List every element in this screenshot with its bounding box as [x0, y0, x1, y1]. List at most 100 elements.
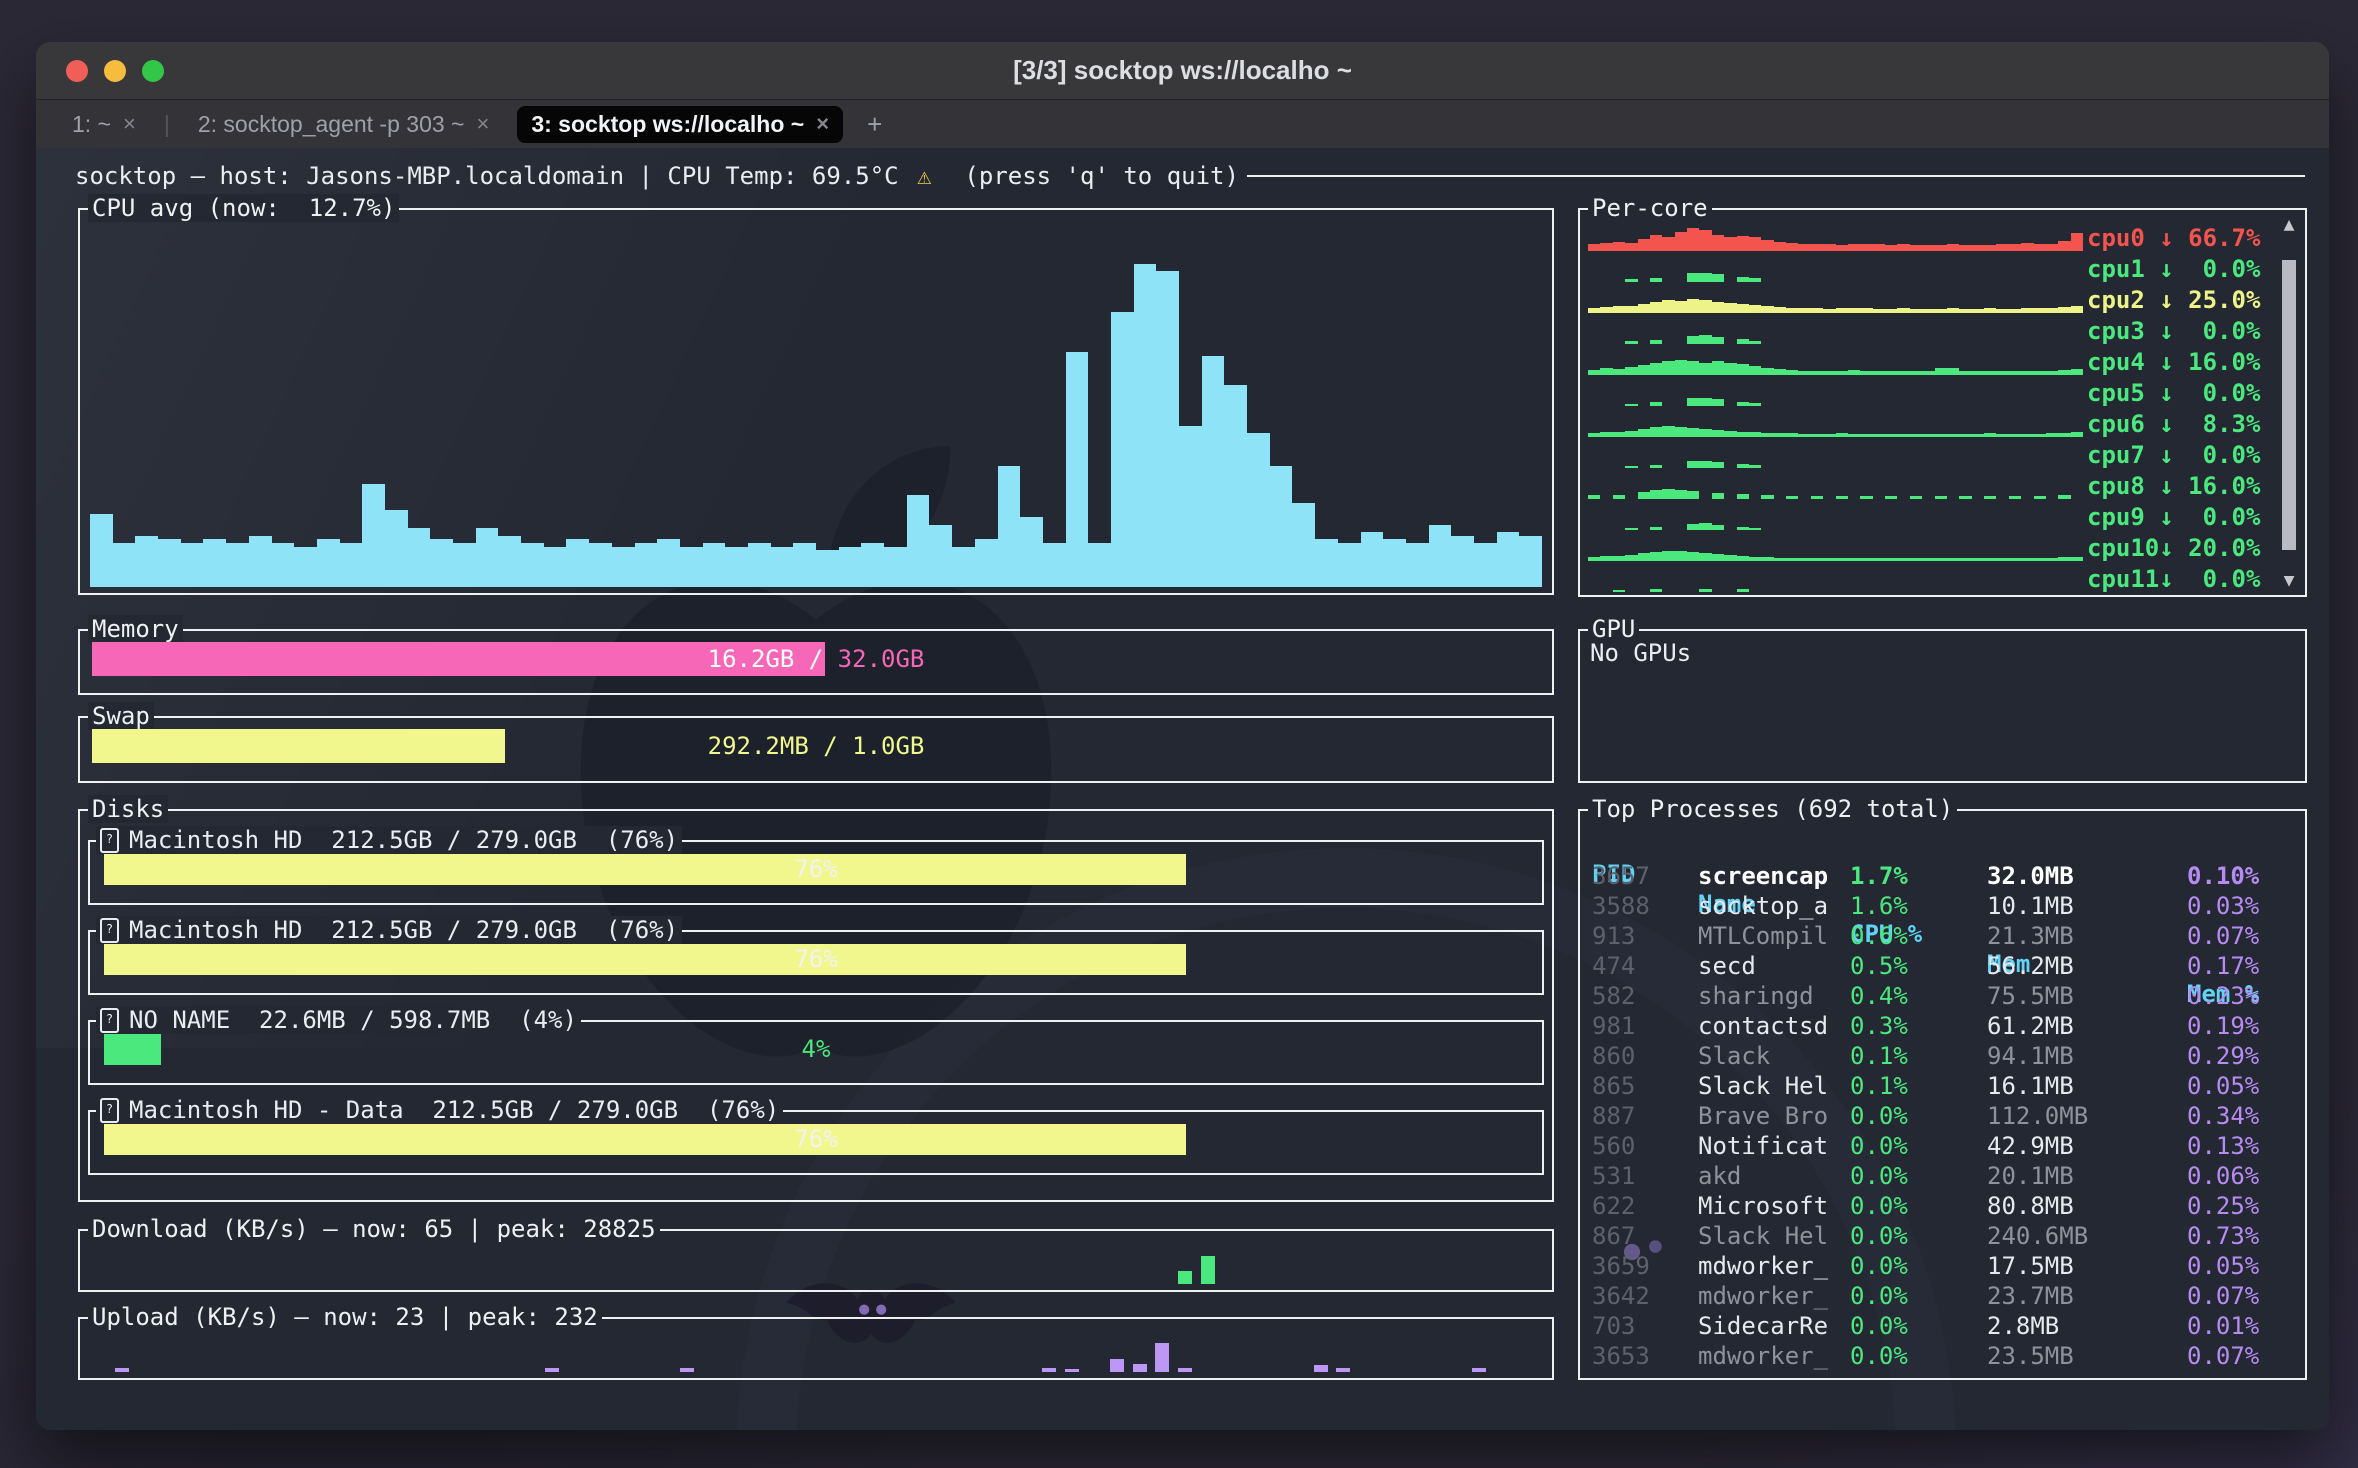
- core-cpu4-bar: [1811, 371, 1823, 375]
- process-name: Brave Bro: [1698, 1101, 1828, 1131]
- core-cpu10-slot: [2058, 535, 2070, 561]
- process-row[interactable]: 703SidecarRe0.0%2.8MB0.01%: [1580, 1311, 2305, 1341]
- core-cpu6-bar: [1798, 434, 1810, 437]
- download-slot: [386, 1239, 409, 1284]
- cpu-history-slot: [1202, 220, 1225, 587]
- core-cpu7-slot: [1650, 442, 1662, 468]
- core-cpu5-slot: [1910, 380, 1922, 406]
- core-cpu2-bar: [1811, 308, 1823, 313]
- core-cpu6-bar: [1873, 434, 1885, 437]
- core-cpu2-bar: [2034, 308, 2046, 313]
- process-mem-pct: 0.10%: [2187, 861, 2259, 891]
- core-cpu6-bar: [1662, 426, 1674, 437]
- cpu-history-bar: [998, 466, 1021, 587]
- core-cpu11-bar: [1613, 590, 1625, 592]
- core-cpu7-slot: [2071, 442, 2083, 468]
- per-core-scrollbar[interactable]: ▲ ▼: [2279, 214, 2299, 591]
- core-cpu1-slot: [1910, 256, 1922, 282]
- core-cpu2-bar: [1922, 309, 1934, 313]
- download-slot: [137, 1239, 160, 1284]
- core-cpu2-slot: [1712, 287, 1724, 313]
- core-cpu10-slot: [1972, 535, 1984, 561]
- core-cpu2-bar: [2071, 306, 2083, 313]
- process-row[interactable]: 913MTLCompil0.6%21.3MB0.07%: [1580, 921, 2305, 951]
- core-cpu11-slot: [1910, 566, 1922, 592]
- core-cpu6-slot: [1885, 411, 1897, 437]
- core-cpu5-slot: [1638, 380, 1650, 406]
- core-cpu4-slot: [1959, 349, 1971, 375]
- upload-slot: [1020, 1327, 1043, 1372]
- new-tab-button[interactable]: +: [857, 109, 892, 140]
- core-cpu2-bar: [1774, 307, 1786, 313]
- process-row[interactable]: 3657screencap1.7%32.0MB0.10%: [1580, 861, 2305, 891]
- disk-icon: ?: [100, 918, 119, 943]
- core-cpu1-slot: [1935, 256, 1947, 282]
- window-titlebar[interactable]: [3/3] socktop ws://localho ~: [36, 42, 2329, 99]
- process-row[interactable]: 3642mdworker_0.0%23.7MB0.07%: [1580, 1281, 2305, 1311]
- tab-3[interactable]: 3: socktop ws://localho ~×: [517, 106, 843, 143]
- core-cpu10-bar: [2034, 558, 2046, 561]
- process-row[interactable]: 887Brave Bro0.0%112.0MB0.34%: [1580, 1101, 2305, 1131]
- tab-2[interactable]: 2: socktop_agent -p 303 ~×: [184, 106, 503, 143]
- process-row[interactable]: 474secd0.5%56.2MB0.17%: [1580, 951, 2305, 981]
- core-cpu4-slot: [1774, 349, 1786, 375]
- process-row[interactable]: 582sharingd0.4%75.5MB0.23%: [1580, 981, 2305, 1011]
- scroll-down-icon[interactable]: ▼: [2279, 570, 2299, 591]
- process-row[interactable]: 3653mdworker_0.0%23.5MB0.07%: [1580, 1341, 2305, 1371]
- core-cpu10-bar: [1836, 558, 1848, 561]
- tab-1[interactable]: 1: ~×: [58, 106, 150, 143]
- upload-slot: [431, 1327, 454, 1372]
- core-cpu8-slot: [2009, 473, 2021, 499]
- cpu-history-slot: [861, 220, 884, 587]
- cpu-history-slot: [1474, 220, 1497, 587]
- process-row[interactable]: 3659mdworker_0.0%17.5MB0.05%: [1580, 1251, 2305, 1281]
- process-row[interactable]: 860Slack0.1%94.1MB0.29%: [1580, 1041, 2305, 1071]
- process-row[interactable]: 3588socktop_a1.6%10.1MB0.03%: [1580, 891, 2305, 921]
- core-cpu6-slot: [1984, 411, 1996, 437]
- core-cpu11-slot: [1712, 566, 1724, 592]
- tab-close-icon[interactable]: ×: [816, 111, 829, 137]
- upload-slot: [318, 1327, 341, 1372]
- core-cpu1-bar: [1712, 274, 1724, 282]
- tab-close-icon[interactable]: ×: [476, 111, 489, 137]
- core-cpu6-bar: [1823, 434, 1835, 437]
- core-cpu9-bar: [1737, 527, 1749, 530]
- cpu-history-slot: [1315, 220, 1338, 587]
- process-cpu: 0.0%: [1850, 1221, 1908, 1251]
- core-cpu6-bar: [1687, 428, 1699, 437]
- cpu-history-slot: [1270, 220, 1293, 587]
- core-cpu10-bar: [1588, 557, 1600, 561]
- scroll-up-icon[interactable]: ▲: [2279, 214, 2299, 235]
- process-row[interactable]: 560Notificat0.0%42.9MB0.13%: [1580, 1131, 2305, 1161]
- process-row[interactable]: 622Microsoft0.0%80.8MB0.25%: [1580, 1191, 2305, 1221]
- core-cpu8-slot: [1848, 473, 1860, 499]
- process-row[interactable]: 865Slack Hel0.1%16.1MB0.05%: [1580, 1071, 2305, 1101]
- core-cpu5-slot: [1786, 380, 1798, 406]
- process-mem: 17.5MB: [1987, 1251, 2074, 1281]
- core-cpu0-slot: [2034, 225, 2046, 251]
- core-cpu5-slot: [2009, 380, 2021, 406]
- core-sparkline-cpu9: [1588, 504, 2083, 530]
- process-row[interactable]: 531akd0.0%20.1MB0.06%: [1580, 1161, 2305, 1191]
- core-cpu4-bar: [1625, 367, 1637, 375]
- core-cpu0-bar: [1860, 244, 1872, 251]
- core-cpu0-slot: [2058, 225, 2070, 251]
- core-cpu4-slot: [2071, 349, 2083, 375]
- scrollbar-thumb[interactable]: [2282, 260, 2296, 550]
- core-cpu5-slot: [1885, 380, 1897, 406]
- cpu-history-slot: [771, 220, 794, 587]
- upload-slot: [205, 1327, 228, 1372]
- core-cpu10-slot: [1675, 535, 1687, 561]
- tab-close-icon[interactable]: ×: [123, 111, 136, 137]
- download-slot: [431, 1239, 454, 1284]
- core-cpu1-slot: [2046, 256, 2058, 282]
- core-cpu9-slot: [1650, 504, 1662, 530]
- process-row[interactable]: 867Slack Hel0.0%240.6MB0.73%: [1580, 1221, 2305, 1251]
- core-cpu0-slot: [1897, 225, 1909, 251]
- process-table-header: PID Name CPU % Mem Mem %: [1580, 829, 2305, 859]
- process-row[interactable]: 981contactsd0.3%61.2MB0.19%: [1580, 1011, 2305, 1041]
- process-name: mdworker_: [1698, 1341, 1828, 1371]
- core-cpu2-slot: [1873, 287, 1885, 313]
- core-cpu6-slot: [1638, 411, 1650, 437]
- core-cpu9-bar: [1699, 523, 1711, 530]
